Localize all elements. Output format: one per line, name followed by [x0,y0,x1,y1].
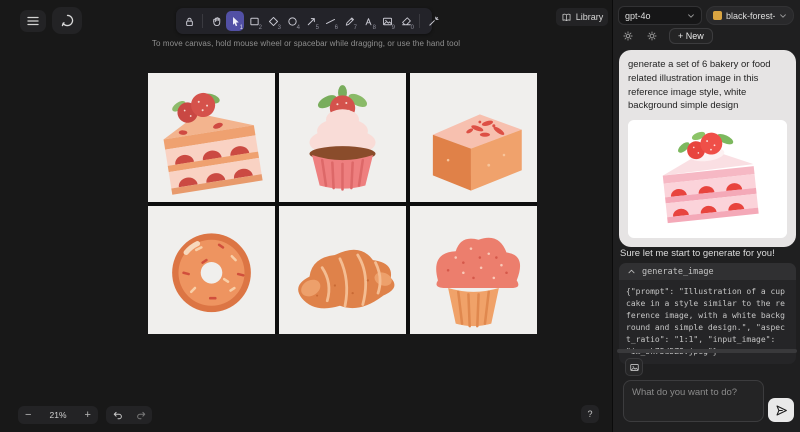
canvas-image-strawberry-loaf-cake[interactable] [410,73,537,202]
model-selector-row: gpt-4o black-forest-lab [618,6,796,25]
zoom-in-button[interactable]: + [85,410,91,421]
hand-icon [210,15,223,28]
session-actions-row: + New [621,28,713,44]
user-message-text: generate a set of 6 bakery or food relat… [628,58,787,113]
tool-eraser-button[interactable]: 0 [397,11,415,31]
send-button[interactable] [768,398,794,422]
provider-select-value: black-forest-lab [726,11,775,21]
model-select[interactable]: gpt-4o [618,6,702,25]
chat-toggle-button[interactable] [52,7,82,34]
tool-palette: 1 2 3 4 [176,8,432,34]
laser-pointer-icon [427,15,440,28]
canvas-image-strawberry-cake-slice[interactable] [148,73,275,202]
library-button[interactable]: Library [556,8,608,26]
canvas-image-croissant[interactable] [279,206,406,335]
tool-arrow-button[interactable]: 5 [302,11,320,31]
attach-image-button[interactable] [625,358,643,376]
redo-button[interactable] [135,409,147,421]
tool-rectangle-button[interactable]: 2 [245,11,263,31]
provider-logo-icon [713,11,722,20]
tool-draw-button[interactable]: 7 [340,11,358,31]
send-plane-icon [775,404,788,417]
tool-lock-button[interactable] [180,11,198,31]
zoom-level[interactable]: 21% [49,410,66,420]
toolbar-separator [419,14,420,28]
settings-button[interactable] [621,29,635,43]
generated-image-grid [148,73,537,334]
book-icon [561,12,572,23]
assistant-message-text: Sure let me start to generate for you! [620,247,796,260]
app-root: 1 2 3 4 [0,0,800,432]
tool-diamond-button[interactable]: 3 [264,11,282,31]
canvas-image-berry-muffin[interactable] [410,206,537,335]
tool-hand-button[interactable] [207,11,225,31]
model-select-value: gpt-4o [625,11,651,21]
attach-image-icon [629,362,640,373]
tool-call-header[interactable]: generate_image [619,263,796,280]
canvas-area[interactable]: 1 2 3 4 [0,0,612,432]
canvas-hint-text: To move canvas, hold mouse wheel or spac… [0,39,612,48]
chevron-down-icon [779,12,787,20]
chevron-up-icon [627,267,636,276]
lock-icon [183,15,196,28]
toolbar-separator [202,14,203,28]
zoom-out-button[interactable]: − [25,410,31,421]
help-button[interactable]: ? [581,405,599,423]
main-menu-button[interactable] [20,10,46,32]
canvas-image-strawberry-cupcake[interactable] [279,73,406,202]
gear-icon [622,30,634,42]
canvas-image-glazed-donut[interactable] [148,206,275,335]
user-message-bubble: generate a set of 6 bakery or food relat… [619,50,796,247]
theme-toggle-button[interactable] [645,29,659,43]
tool-text-button[interactable]: 8 [359,11,377,31]
tool-call-name: generate_image [642,267,714,277]
sun-icon [646,30,658,42]
assistant-sidebar: gpt-4o black-forest-lab [612,0,800,432]
chevron-down-icon [687,12,695,20]
strawberry-cake-illustration [628,120,787,238]
tool-line-button[interactable]: 6 [321,11,339,31]
tool-ellipse-button[interactable]: 4 [283,11,301,31]
library-label: Library [576,12,604,22]
undo-button[interactable] [112,409,124,421]
chat-bubble-icon [60,13,75,28]
tool-selection-button[interactable]: 1 [226,11,244,31]
new-chat-button[interactable]: + New [669,28,713,44]
zoom-control: − 21% + [18,406,98,424]
composer-divider [617,349,797,353]
provider-select[interactable]: black-forest-lab [706,6,794,25]
history-control [106,406,152,424]
reference-image[interactable] [628,120,787,238]
hamburger-icon [27,16,39,26]
chat-input[interactable] [623,380,764,422]
tool-laser-button[interactable] [424,11,442,31]
tool-image-button[interactable]: 9 [378,11,396,31]
